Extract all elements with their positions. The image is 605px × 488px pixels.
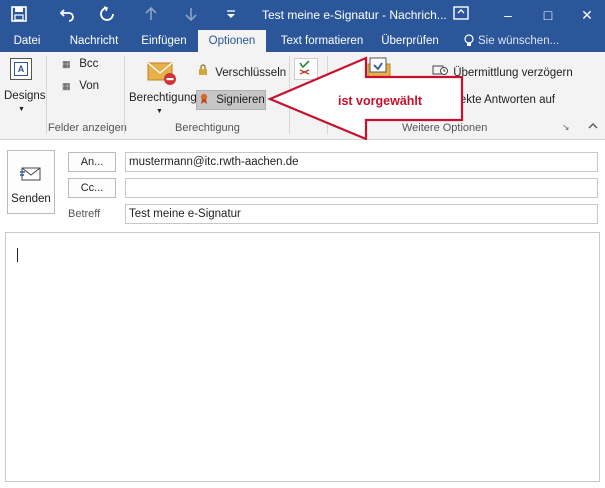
send-label: Senden [11, 193, 51, 205]
minimize-button[interactable]: – [497, 4, 519, 26]
berechtigung-label: Berechtigung [129, 92, 197, 104]
window-title: Test meine e-Signatur - Nachrich... [262, 8, 447, 22]
title-bar: Test meine e-Signatur - Nachrich... – □ … [0, 0, 605, 30]
berechtigung-button[interactable]: Berechtigung ▼ [127, 56, 197, 118]
designs-label: Designs [4, 90, 46, 102]
send-icon [19, 165, 43, 186]
text-caret [17, 248, 18, 262]
von-button[interactable]: ▦ Von [62, 80, 99, 92]
group-label-weitere: Weitere Optionen [402, 122, 488, 134]
undo-icon[interactable] [58, 6, 76, 24]
signieren-label: Signieren [216, 94, 265, 106]
tab-text-formatieren[interactable]: Text formatieren [276, 30, 368, 52]
group-separator [289, 56, 290, 134]
maximize-button[interactable]: □ [537, 4, 559, 26]
close-button[interactable]: ✕ [576, 4, 598, 26]
verschluesseln-label: Verschlüsseln [215, 67, 287, 79]
compose-area: Senden An... mustermann@itc.rwth-aachen.… [0, 140, 605, 488]
customize-icon[interactable] [222, 6, 240, 24]
group-separator [124, 56, 125, 134]
tab-optionen[interactable]: Optionen [198, 30, 266, 52]
delay-delivery-icon [432, 64, 450, 79]
dropdown-arrow-icon: ▼ [156, 108, 163, 115]
group-separator [327, 56, 328, 134]
envelope-permission-icon [147, 60, 177, 89]
ribbon-tabs: Datei Nachricht Einfügen Optionen Text f… [0, 30, 605, 52]
designs-button[interactable]: A Designs ▼ [4, 56, 46, 116]
uebermittlung-button[interactable]: Übermittlung verzögern [432, 64, 573, 79]
group-separator [46, 56, 47, 134]
message-body[interactable] [5, 232, 600, 482]
arrow-down-icon[interactable] [182, 6, 200, 24]
to-field[interactable]: mustermann@itc.rwth-aachen.de [125, 152, 598, 172]
von-label: Von [79, 80, 100, 92]
verschluesseln-button[interactable]: Verschlüsseln [198, 64, 286, 79]
cc-field[interactable] [125, 178, 598, 198]
ribbon-badge-icon [199, 91, 213, 109]
dialog-launcher-icon[interactable]: ↘ [562, 122, 570, 133]
arrow-up-icon[interactable] [142, 6, 160, 24]
ribbon-display-icon[interactable] [450, 4, 472, 26]
tab-einfuegen[interactable]: Einfügen [136, 30, 192, 52]
bcc-icon: ▦ [62, 59, 71, 69]
subject-label: Betreff [68, 208, 101, 220]
tab-ueberpruefen[interactable]: Überprüfen [378, 30, 442, 52]
designs-icon: A [10, 58, 32, 80]
group-label-berechtigung: Berechtigung [175, 122, 240, 134]
cc-button[interactable]: Cc... [68, 178, 116, 198]
bcc-label: Bcc [79, 58, 99, 70]
tab-nachricht[interactable]: Nachricht [62, 30, 126, 52]
callout-text: ist vorgewählt [338, 94, 423, 108]
uebermittlung-label: Übermittlung verzögern [453, 67, 573, 79]
tab-datei[interactable]: Datei [8, 30, 46, 52]
group-label-felder: Felder anzeigen [48, 122, 127, 134]
collapse-ribbon-icon[interactable] [588, 122, 598, 133]
send-button[interactable]: Senden [7, 150, 55, 214]
lightbulb-icon [462, 30, 476, 52]
bcc-button[interactable]: ▦ Bcc [62, 58, 98, 70]
tell-me-search[interactable]: Sie wünschen... [478, 30, 559, 52]
direkte-antworten-button[interactable]: rekte Antworten auf [456, 94, 555, 106]
redo-icon[interactable] [98, 6, 116, 24]
subject-field[interactable]: Test meine e-Signatur [125, 204, 598, 224]
signieren-button[interactable]: Signieren [196, 90, 266, 110]
voting-icon[interactable] [294, 58, 318, 80]
save-sent-item-icon[interactable] [364, 56, 396, 88]
from-icon: ▦ [62, 81, 71, 91]
save-icon[interactable] [10, 6, 28, 24]
direkte-antworten-label: rekte Antworten auf [456, 94, 556, 106]
voting-label: V [294, 88, 302, 100]
to-button[interactable]: An... [68, 152, 116, 172]
ribbon-options: A Designs ▼ ▦ Bcc ▦ Von Felder anzeigen … [0, 52, 605, 140]
dropdown-arrow-icon: ▼ [18, 106, 25, 113]
lock-icon [198, 64, 212, 79]
